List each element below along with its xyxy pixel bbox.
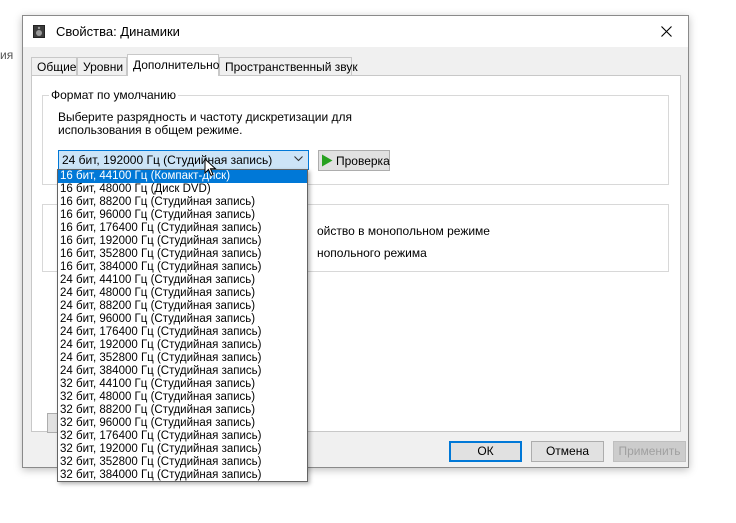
dropdown-option[interactable]: 32 бит, 384000 Гц (Студийная запись) [58,469,307,482]
window-title: Свойства: Динамики [56,24,180,39]
ok-button[interactable]: ОК [449,441,522,462]
dropdown-option[interactable]: 32 бит, 352800 Гц (Студийная запись) [58,456,307,469]
dropdown-option[interactable]: 24 бит, 88200 Гц (Студийная запись) [58,300,307,313]
dropdown-option[interactable]: 16 бит, 384000 Гц (Студийная запись) [58,261,307,274]
format-combo-value: 24 бит, 192000 Гц (Студийная запись) [62,153,273,167]
tab-general[interactable]: Общие [31,57,77,75]
exclusive-mode-option-2: нопольного режима [317,246,427,260]
background-text-fragment: ия [0,48,14,62]
dropdown-option[interactable]: 24 бит, 48000 Гц (Студийная запись) [58,287,307,300]
dropdown-option[interactable]: 32 бит, 48000 Гц (Студийная запись) [58,391,307,404]
exclusive-mode-option-1: ойство в монопольном режиме [317,224,490,238]
close-button[interactable] [644,16,688,47]
tab-spatial-sound[interactable]: Пространственный звук [219,57,358,75]
cancel-button[interactable]: Отмена [531,441,604,462]
default-format-description: Выберите разрядность и частоту дискретиз… [58,110,353,137]
close-icon [660,26,672,37]
format-dropdown-list[interactable]: 16 бит, 44100 Гц (Компакт-диск) 16 бит, 4… [57,169,308,482]
dropdown-option[interactable]: 24 бит, 352800 Гц (Студийная запись) [58,352,307,365]
dropdown-option[interactable]: 16 бит, 176400 Гц (Студийная запись) [58,222,307,235]
dropdown-option[interactable]: 24 бит, 96000 Гц (Студийная запись) [58,313,307,326]
mouse-cursor-icon [204,158,217,177]
dropdown-option[interactable]: 16 бит, 48000 Гц (Диск DVD) [58,183,307,196]
dropdown-option[interactable]: 24 бит, 192000 Гц (Студийная запись) [58,339,307,352]
dropdown-option[interactable]: 16 бит, 96000 Гц (Студийная запись) [58,209,307,222]
dropdown-option[interactable]: 32 бит, 192000 Гц (Студийная запись) [58,443,307,456]
format-combo[interactable]: 24 бит, 192000 Гц (Студийная запись) [58,150,309,170]
dropdown-option[interactable]: 16 бит, 192000 Гц (Студийная запись) [58,235,307,248]
test-button-label: Проверка [336,154,390,168]
dropdown-option[interactable]: 32 бит, 176400 Гц (Студийная запись) [58,430,307,443]
dropdown-option[interactable]: 16 бит, 44100 Гц (Компакт-диск) [58,170,307,183]
dropdown-option[interactable]: 16 бит, 352800 Гц (Студийная запись) [58,248,307,261]
play-icon [322,154,333,167]
dropdown-option[interactable]: 32 бит, 96000 Гц (Студийная запись) [58,417,307,430]
test-button[interactable]: Проверка [318,150,390,171]
dropdown-option[interactable]: 16 бит, 88200 Гц (Студийная запись) [58,196,307,209]
dropdown-option[interactable]: 32 бит, 44100 Гц (Студийная запись) [58,378,307,391]
dropdown-option[interactable]: 24 бит, 44100 Гц (Студийная запись) [58,274,307,287]
tab-levels[interactable]: Уровни [77,57,127,75]
tab-advanced[interactable]: Дополнительно [127,54,219,76]
chevron-down-icon [294,156,303,162]
dropdown-option[interactable]: 24 бит, 384000 Гц (Студийная запись) [58,365,307,378]
apply-button[interactable]: Применить [613,441,686,462]
dropdown-option[interactable]: 24 бит, 176400 Гц (Студийная запись) [58,326,307,339]
default-format-title: Формат по умолчанию [49,88,178,102]
speaker-icon [33,25,45,38]
title-bar[interactable]: Свойства: Динамики [23,16,688,47]
dropdown-option[interactable]: 32 бит, 88200 Гц (Студийная запись) [58,404,307,417]
